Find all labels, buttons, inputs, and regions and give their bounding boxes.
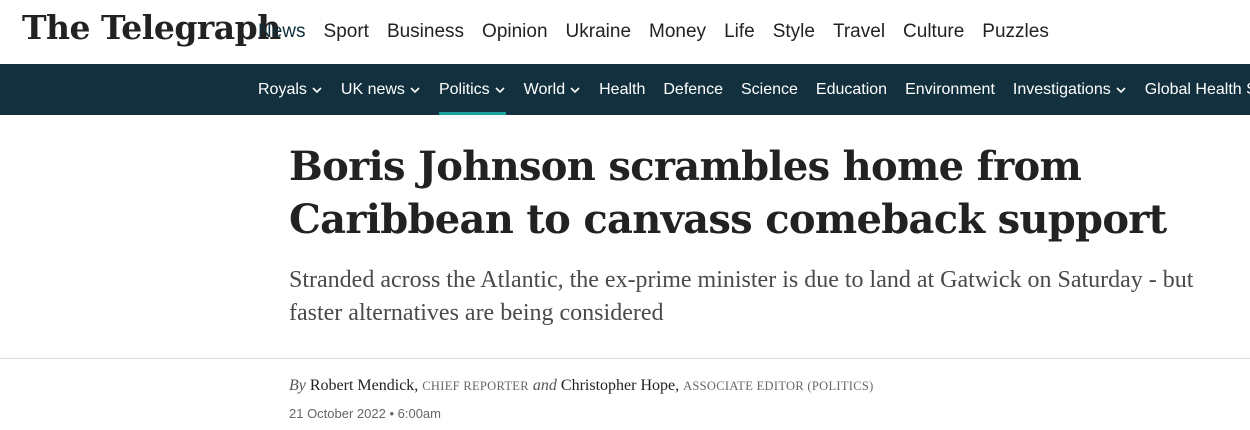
nav-item-culture[interactable]: Culture — [903, 21, 964, 43]
nav-item-news[interactable]: News — [258, 21, 306, 43]
nav-item-business[interactable]: Business — [387, 21, 464, 43]
author-link[interactable]: Robert Mendick, — [310, 377, 418, 394]
section-nav-science[interactable]: Science — [741, 64, 798, 115]
nav-item-life[interactable]: Life — [724, 21, 755, 43]
section-nav-label: Global Health Security — [1144, 80, 1250, 98]
nav-item-money[interactable]: Money — [649, 21, 706, 43]
chevron-down-icon — [1116, 86, 1126, 93]
section-nav-global-health-security[interactable]: Global Health Security — [1145, 64, 1250, 115]
nav-item-style[interactable]: Style — [773, 21, 815, 43]
chevron-down-icon — [410, 86, 420, 93]
section-nav-label: Defence — [663, 80, 723, 98]
article-headline: Boris Johnson scrambles home from Caribb… — [289, 143, 1167, 243]
section-nav-health[interactable]: Health — [599, 64, 645, 115]
section-nav-label: World — [523, 80, 566, 98]
primary-nav: News Sport Business Opinion Ukraine Mone… — [258, 0, 1067, 64]
chevron-down-icon — [312, 86, 322, 93]
section-nav-label: Science — [740, 80, 798, 98]
telegraph-logo[interactable]: The Telegraph — [22, 6, 281, 50]
header-divider — [0, 358, 1250, 359]
chevron-down-icon — [570, 86, 580, 93]
section-nav-environment[interactable]: Environment — [905, 64, 995, 115]
byline-and: and — [532, 377, 557, 394]
section-nav-uk-news[interactable]: UK news — [341, 64, 421, 115]
byline: By Robert Mendick, CHIEF REPORTER and Ch… — [289, 377, 874, 395]
section-nav-politics[interactable]: Politics — [438, 64, 506, 115]
section-nav: Royals UK news Politics World Health Def… — [0, 64, 1250, 115]
nav-item-puzzles[interactable]: Puzzles — [982, 21, 1049, 43]
publish-date: 21 October 2022 • 6:00am — [289, 406, 441, 421]
section-nav-label: Education — [815, 80, 888, 98]
section-nav-label: Environment — [905, 80, 995, 98]
section-nav-label: Politics — [438, 80, 490, 98]
section-nav-investigations[interactable]: Investigations — [1013, 64, 1127, 115]
nav-item-travel[interactable]: Travel — [833, 21, 885, 43]
byline-by: By — [289, 377, 306, 394]
author-role: ASSOCIATE EDITOR (POLITICS) — [683, 379, 874, 393]
section-nav-label: Royals — [258, 80, 307, 98]
chevron-down-icon — [495, 86, 505, 93]
article-standfirst: Stranded across the Atlantic, the ex-pri… — [289, 267, 1194, 326]
section-nav-label: UK news — [340, 80, 405, 98]
author-link[interactable]: Christopher Hope, — [561, 377, 679, 394]
section-nav-label: Health — [599, 80, 646, 98]
section-nav-education[interactable]: Education — [816, 64, 887, 115]
section-nav-world[interactable]: World — [524, 64, 582, 115]
author-role: CHIEF REPORTER — [422, 379, 529, 393]
nav-item-ukraine[interactable]: Ukraine — [566, 21, 631, 43]
nav-item-opinion[interactable]: Opinion — [482, 21, 548, 43]
masthead: The Telegraph News Sport Business Opinio… — [0, 0, 1250, 64]
section-nav-royals[interactable]: Royals — [258, 64, 323, 115]
section-nav-defence[interactable]: Defence — [663, 64, 723, 115]
section-nav-label: Investigations — [1012, 80, 1111, 98]
nav-item-sport[interactable]: Sport — [324, 21, 369, 43]
